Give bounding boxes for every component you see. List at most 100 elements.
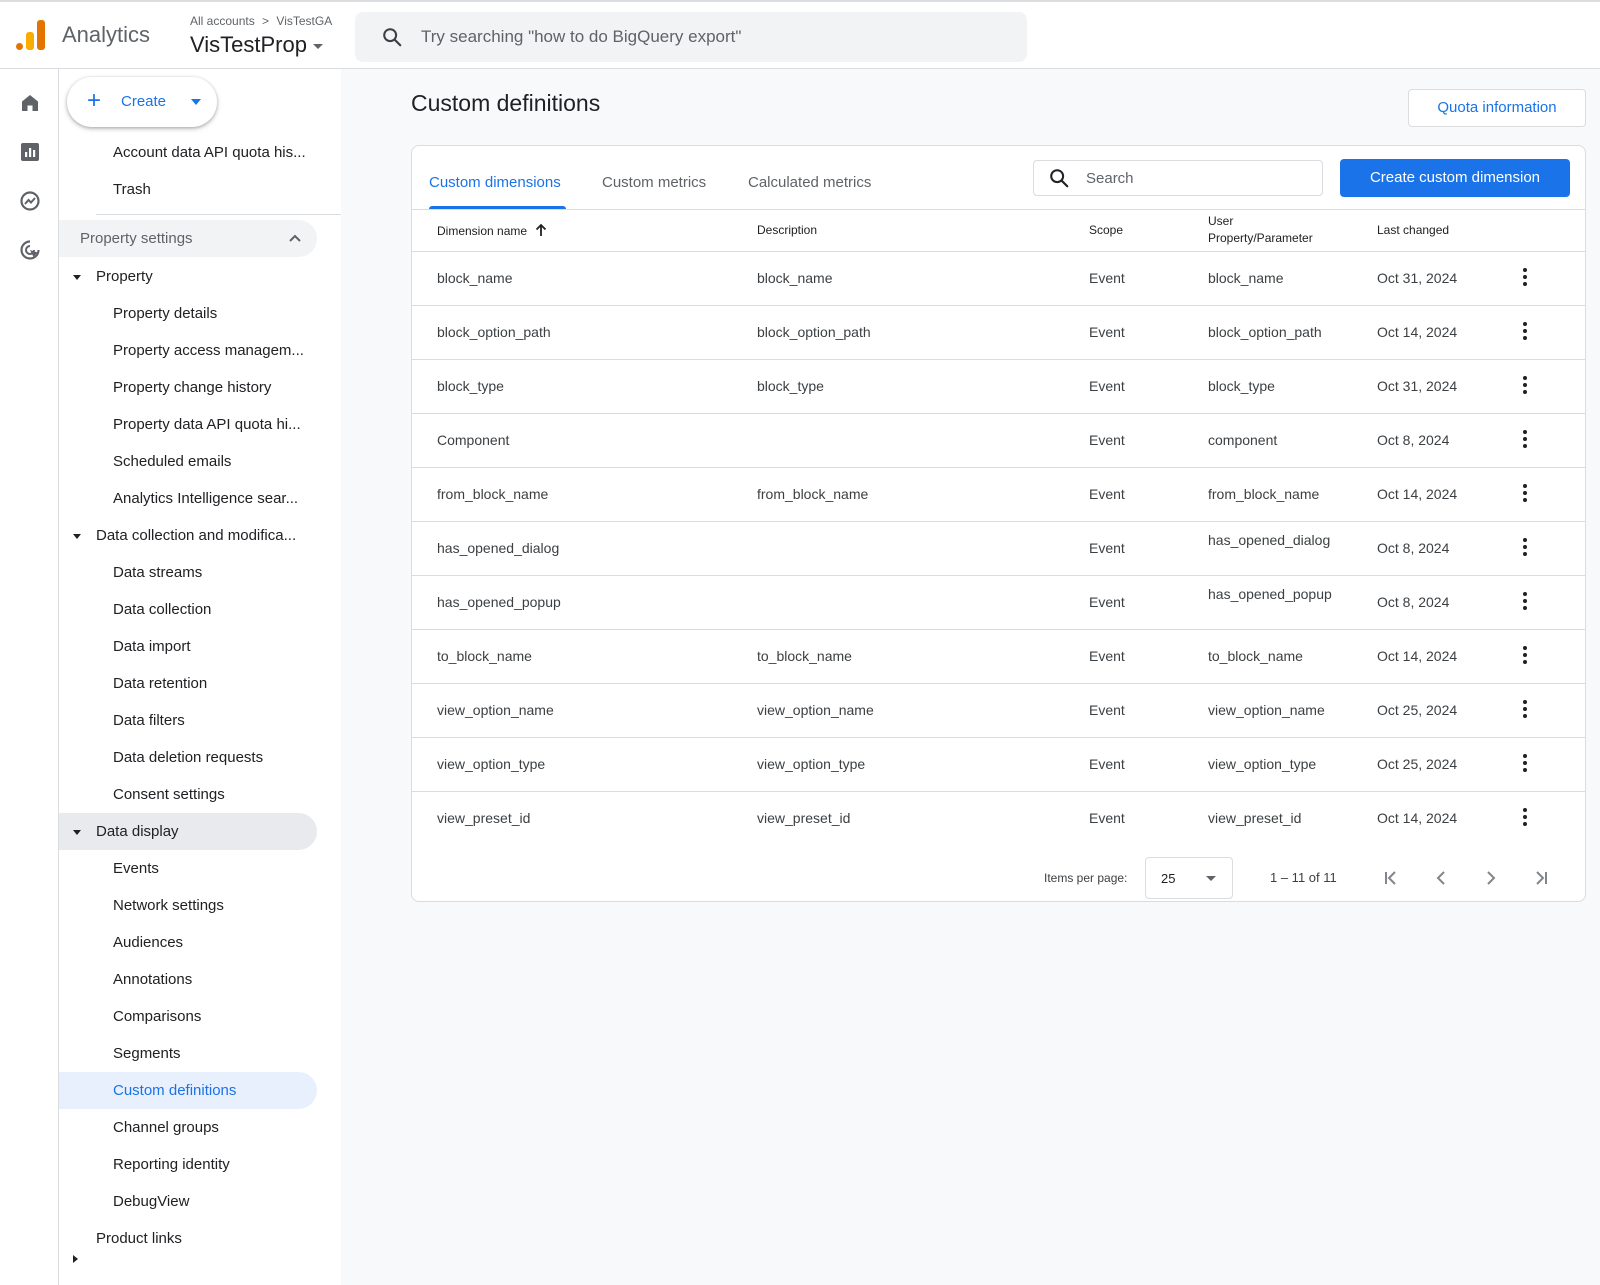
nav-item-annotations[interactable]: Annotations [113,961,319,998]
items-per-page-select[interactable]: 25 [1145,857,1233,899]
table-row[interactable]: has_opened_dialog Event has_opened_dialo… [412,521,1585,575]
next-page-icon[interactable] [1479,866,1503,890]
more-vert-icon[interactable] [1522,754,1528,774]
expand-arrow-icon[interactable] [73,275,81,280]
breadcrumb-account[interactable]: All accounts [190,14,255,28]
nav-item-events[interactable]: Events [113,850,319,887]
table-row[interactable]: block_option_path block_option_path Even… [412,305,1585,359]
more-vert-icon[interactable] [1522,538,1528,558]
breadcrumb-property[interactable]: VisTestGA [276,14,332,28]
global-search-input[interactable] [421,24,1001,50]
column-header-dimension-name[interactable]: Dimension name [437,223,548,238]
nav-item-data-filters[interactable]: Data filters [113,702,319,739]
create-custom-dimension-button[interactable]: Create custom dimension [1340,159,1570,197]
more-vert-icon[interactable] [1522,808,1528,828]
table-row[interactable]: has_opened_popup Event has_opened_popup … [412,575,1585,629]
cell-last-changed: Oct 14, 2024 [1377,810,1458,826]
tab-custom-dimensions[interactable]: Custom dimensions [429,174,561,191]
column-header-user-property-line2[interactable]: Property/Parameter [1208,231,1313,245]
nav-item-property-change-history[interactable]: Property change history [113,369,319,406]
previous-page-icon[interactable] [1429,866,1453,890]
table-row[interactable]: view_preset_id view_preset_id Event view… [412,791,1585,845]
nav-item-property-access[interactable]: Property access managem... [113,332,319,369]
column-header-user-property-line1[interactable]: User [1208,214,1233,228]
create-button[interactable]: + Create [67,77,217,127]
tab-custom-metrics[interactable]: Custom metrics [602,174,706,191]
expand-arrow-icon[interactable] [73,830,81,835]
table-row[interactable]: from_block_name from_block_name Event fr… [412,467,1585,521]
home-icon[interactable] [18,91,42,115]
analytics-logo-icon[interactable] [16,20,46,50]
nav-group-data-collection[interactable]: Data collection and modifica... [96,517,316,554]
cell-user-property: block_type [1208,378,1275,394]
table-row[interactable]: block_name block_name Event block_name O… [412,251,1585,305]
nav-item-audiences[interactable]: Audiences [113,924,319,961]
cell-scope: Event [1089,648,1125,664]
nav-item-network-settings[interactable]: Network settings [113,887,319,924]
more-vert-icon[interactable] [1522,646,1528,666]
table-search[interactable] [1033,160,1323,196]
more-vert-icon[interactable] [1522,322,1528,342]
nav-item-data-import[interactable]: Data import [113,628,319,665]
breadcrumb[interactable]: All accounts > VisTestGA [190,14,332,28]
more-vert-icon[interactable] [1522,700,1528,720]
cell-dimension-name: has_opened_popup [437,594,561,610]
nav-item-data-deletion[interactable]: Data deletion requests [113,739,319,776]
nav-group-product-links[interactable]: Product links [96,1220,316,1257]
table-search-input[interactable] [1086,167,1311,189]
column-header-last-changed[interactable]: Last changed [1377,223,1449,237]
property-settings-label: Property settings [80,230,193,247]
more-vert-icon[interactable] [1522,268,1528,288]
cell-dimension-name: has_opened_dialog [437,540,560,556]
more-vert-icon[interactable] [1522,592,1528,612]
nav-item-trash[interactable]: Trash [113,171,319,208]
nav-item-data-retention[interactable]: Data retention [113,665,319,702]
tab-calculated-metrics[interactable]: Calculated metrics [748,174,871,191]
left-rail [0,69,59,1285]
nav-group-property[interactable]: Property [96,258,316,295]
nav-item-reporting-identity[interactable]: Reporting identity [113,1146,319,1183]
nav-item-debugview[interactable]: DebugView [113,1183,319,1220]
explore-icon[interactable] [18,189,42,213]
property-selector[interactable]: VisTestProp [190,32,323,58]
cell-description: block_type [757,378,824,394]
column-header-scope[interactable]: Scope [1089,223,1123,237]
table-row[interactable]: Component Event component Oct 8, 2024 [412,413,1585,467]
nav-item-channel-groups[interactable]: Channel groups [113,1109,319,1146]
global-search[interactable] [355,12,1027,62]
nav-item-consent-settings[interactable]: Consent settings [113,776,319,813]
cell-user-property: view_option_type [1208,756,1317,772]
table-row[interactable]: to_block_name to_block_name Event to_blo… [412,629,1585,683]
nav-item-comparisons[interactable]: Comparisons [113,998,319,1035]
expand-arrow-icon[interactable] [73,1255,78,1263]
nav-item-segments[interactable]: Segments [113,1035,319,1072]
nav-item-data-collection[interactable]: Data collection [113,591,319,628]
items-per-page-value: 25 [1161,871,1176,886]
nav-item-analytics-intelligence[interactable]: Analytics Intelligence sear... [113,480,319,517]
first-page-icon[interactable] [1379,866,1403,890]
cell-scope: Event [1089,540,1125,556]
advertising-icon[interactable] [18,238,42,262]
nav-item-custom-definitions[interactable]: Custom definitions [113,1072,319,1109]
table-row[interactable]: view_option_type view_option_type Event … [412,737,1585,791]
table-row[interactable]: block_type block_type Event block_type O… [412,359,1585,413]
more-vert-icon[interactable] [1522,484,1528,504]
nav-item-data-streams[interactable]: Data streams [113,554,319,591]
cell-description: view_preset_id [757,810,851,826]
nav-item-account-api-quota[interactable]: Account data API quota his... [113,134,319,171]
more-vert-icon[interactable] [1522,430,1528,450]
last-page-icon[interactable] [1529,866,1553,890]
expand-arrow-icon[interactable] [73,534,81,539]
nav-item-scheduled-emails[interactable]: Scheduled emails [113,443,319,480]
nav-item-property-details[interactable]: Property details [113,295,319,332]
more-vert-icon[interactable] [1522,376,1528,396]
search-icon [1048,167,1070,194]
nav-group-data-display[interactable]: Data display [96,813,316,850]
property-settings-header[interactable]: Property settings [59,220,317,257]
column-header-description[interactable]: Description [757,223,817,237]
table-row[interactable]: view_option_name view_option_name Event … [412,683,1585,737]
quota-information-button[interactable]: Quota information [1408,89,1586,127]
reports-icon[interactable] [18,140,42,164]
nav-item-property-api-quota[interactable]: Property data API quota hi... [113,406,319,443]
cell-description: from_block_name [757,486,869,502]
